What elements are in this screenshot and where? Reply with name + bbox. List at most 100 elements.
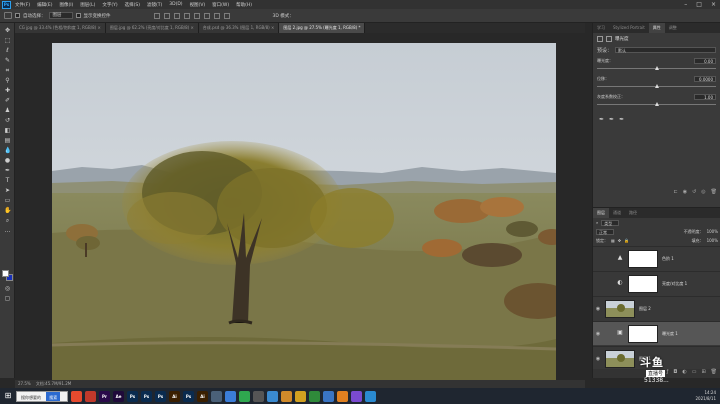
- zoom-level[interactable]: 27.5%: [18, 381, 31, 386]
- layer-row[interactable]: ◐ 亮度/对比度 1: [593, 271, 720, 295]
- gamma-slider[interactable]: 灰度系数校正： 1.00: [597, 94, 716, 108]
- screen-mode-icon[interactable]: ▢: [4, 295, 11, 302]
- adjustment-icon[interactable]: ▣: [615, 329, 625, 339]
- taskbar-app-icon[interactable]: [267, 390, 278, 402]
- search-button[interactable]: 搜索: [46, 391, 61, 401]
- path-select-tool-icon[interactable]: ➤: [4, 187, 11, 194]
- history-brush-tool-icon[interactable]: ↺: [4, 117, 11, 124]
- align-hcenter-icon[interactable]: [193, 12, 200, 19]
- menu-edit[interactable]: 编辑(E): [37, 2, 52, 8]
- align-bottom-icon[interactable]: [173, 12, 180, 19]
- menu-window[interactable]: 窗口(W): [212, 2, 229, 8]
- preset-dropdown[interactable]: 默认: [615, 47, 716, 53]
- taskbar-search[interactable]: 搜你想要的 搜索: [16, 390, 68, 402]
- document-canvas-image[interactable]: [52, 43, 556, 380]
- gradient-tool-icon[interactable]: ▤: [4, 137, 11, 144]
- foreground-color-swatch[interactable]: [2, 270, 9, 277]
- gray-point-eyedropper-icon[interactable]: ✒: [609, 116, 614, 123]
- tab-adjustments[interactable]: 调整: [665, 23, 681, 33]
- taskbar-app-icon[interactable]: [253, 390, 264, 402]
- taskbar-app-icon[interactable]: [337, 390, 348, 402]
- lock-position-icon[interactable]: ✥: [618, 238, 621, 243]
- offset-slider[interactable]: 位移： 0.0000: [597, 76, 716, 90]
- layer-row[interactable]: ◉ 图层 2: [593, 296, 720, 320]
- menu-select[interactable]: 选择(S): [125, 2, 140, 8]
- pen-tool-icon[interactable]: ✒: [4, 167, 11, 174]
- distribute-h-icon[interactable]: [223, 12, 230, 19]
- menu-view[interactable]: 视图(V): [190, 2, 206, 8]
- layer-mask-thumbnail[interactable]: [628, 274, 658, 293]
- menu-image[interactable]: 图像(I): [59, 2, 73, 8]
- brush-tool-icon[interactable]: ✐: [4, 97, 11, 104]
- eyedropper-tool-icon[interactable]: ⚲: [4, 77, 11, 84]
- move-tool-icon[interactable]: ✥: [4, 27, 11, 34]
- crop-tool-icon[interactable]: ⌗: [4, 67, 11, 74]
- distribute-icon[interactable]: [213, 12, 220, 19]
- align-top-icon[interactable]: [153, 12, 160, 19]
- layer-mask-thumbnail[interactable]: [628, 249, 658, 268]
- clone-stamp-tool-icon[interactable]: ♟: [4, 107, 11, 114]
- taskbar-app-icon[interactable]: [85, 390, 96, 402]
- lasso-tool-icon[interactable]: ℓ: [4, 47, 11, 54]
- maximize-icon[interactable]: □: [696, 1, 702, 8]
- delete-layer-icon[interactable]: 🗑: [711, 369, 717, 378]
- black-point-eyedropper-icon[interactable]: ✒: [599, 116, 604, 123]
- view-previous-icon[interactable]: ◉: [683, 189, 687, 197]
- adjustment-icon[interactable]: ▲: [615, 254, 625, 264]
- show-transform-checkbox[interactable]: [75, 13, 81, 18]
- blend-mode-dropdown[interactable]: 正常: [596, 228, 614, 235]
- taskbar-app-icon[interactable]: [239, 390, 250, 402]
- mask-icon[interactable]: [606, 35, 612, 42]
- offset-value-field[interactable]: 0.0000: [694, 76, 716, 82]
- minimize-icon[interactable]: –: [684, 1, 687, 8]
- layer-visibility-icon[interactable]: ◉: [593, 331, 603, 337]
- exposure-slider[interactable]: 曝光度： 0.00: [597, 58, 716, 72]
- taskbar-app-icon[interactable]: [351, 390, 362, 402]
- gamma-value-field[interactable]: 1.00: [694, 94, 716, 100]
- taskbar-app-icon[interactable]: Pr: [99, 390, 110, 402]
- visibility-icon[interactable]: ◎: [701, 189, 705, 197]
- exposure-slider-thumb[interactable]: [654, 66, 659, 70]
- reset-icon[interactable]: ↺: [692, 189, 696, 197]
- tab-learn[interactable]: 学习: [593, 23, 609, 33]
- windows-start-icon[interactable]: ⊞: [3, 391, 13, 401]
- dodge-tool-icon[interactable]: ●: [4, 157, 11, 164]
- tab-channels[interactable]: 通道: [609, 208, 625, 218]
- lock-pixels-icon[interactable]: ▦: [611, 238, 615, 243]
- shape-tool-icon[interactable]: ▭: [4, 197, 11, 204]
- tab-layers[interactable]: 图层: [593, 208, 609, 218]
- layer-kind-filter[interactable]: 类型: [601, 219, 620, 226]
- quick-select-tool-icon[interactable]: ✎: [4, 57, 11, 64]
- move-tool-icon[interactable]: [4, 12, 12, 19]
- quick-mask-icon[interactable]: ◎: [4, 285, 11, 292]
- type-tool-icon[interactable]: T: [4, 177, 11, 184]
- adjustment-icon[interactable]: ◐: [615, 279, 625, 289]
- auto-select-target-dropdown[interactable]: 图层: [48, 12, 73, 19]
- layer-name[interactable]: 曝光度 1: [662, 331, 678, 337]
- menu-help[interactable]: 帮助(H): [236, 2, 252, 8]
- align-left-icon[interactable]: [183, 12, 190, 19]
- healing-brush-tool-icon[interactable]: ✚: [4, 87, 11, 94]
- taskbar-app-icon[interactable]: Ps: [127, 390, 138, 402]
- tab-properties[interactable]: 属性: [648, 23, 665, 33]
- menu-file[interactable]: 文件(F): [15, 2, 30, 8]
- tab-paths[interactable]: 路径: [625, 208, 641, 218]
- taskbar-app-icon[interactable]: [225, 390, 236, 402]
- delete-icon[interactable]: 🗑: [711, 189, 717, 197]
- taskbar-app-icon[interactable]: Ai: [169, 390, 180, 402]
- layer-thumbnail[interactable]: [605, 349, 635, 368]
- opacity-value[interactable]: 100%: [707, 229, 718, 234]
- close-icon[interactable]: ×: [711, 1, 716, 8]
- taskbar-app-icon[interactable]: [365, 390, 376, 402]
- doc-tab[interactable]: CG jpg @ 33.4% (色相/饱和度 1, RGB/8) ×: [15, 23, 106, 33]
- layer-row[interactable]: ◉ ▣ 曝光度 1: [593, 321, 720, 345]
- gamma-slider-thumb[interactable]: [654, 102, 659, 106]
- layer-name[interactable]: 色阶 1: [662, 256, 674, 262]
- layer-name[interactable]: 图层 2: [639, 306, 651, 312]
- taskbar-app-icon[interactable]: [323, 390, 334, 402]
- menu-type[interactable]: 文字(Y): [102, 2, 117, 8]
- taskbar-app-icon[interactable]: [295, 390, 306, 402]
- layer-row[interactable]: ▲ 色阶 1: [593, 246, 720, 270]
- layer-mask-thumbnail[interactable]: [628, 324, 658, 343]
- taskbar-app-icon[interactable]: Ps: [155, 390, 166, 402]
